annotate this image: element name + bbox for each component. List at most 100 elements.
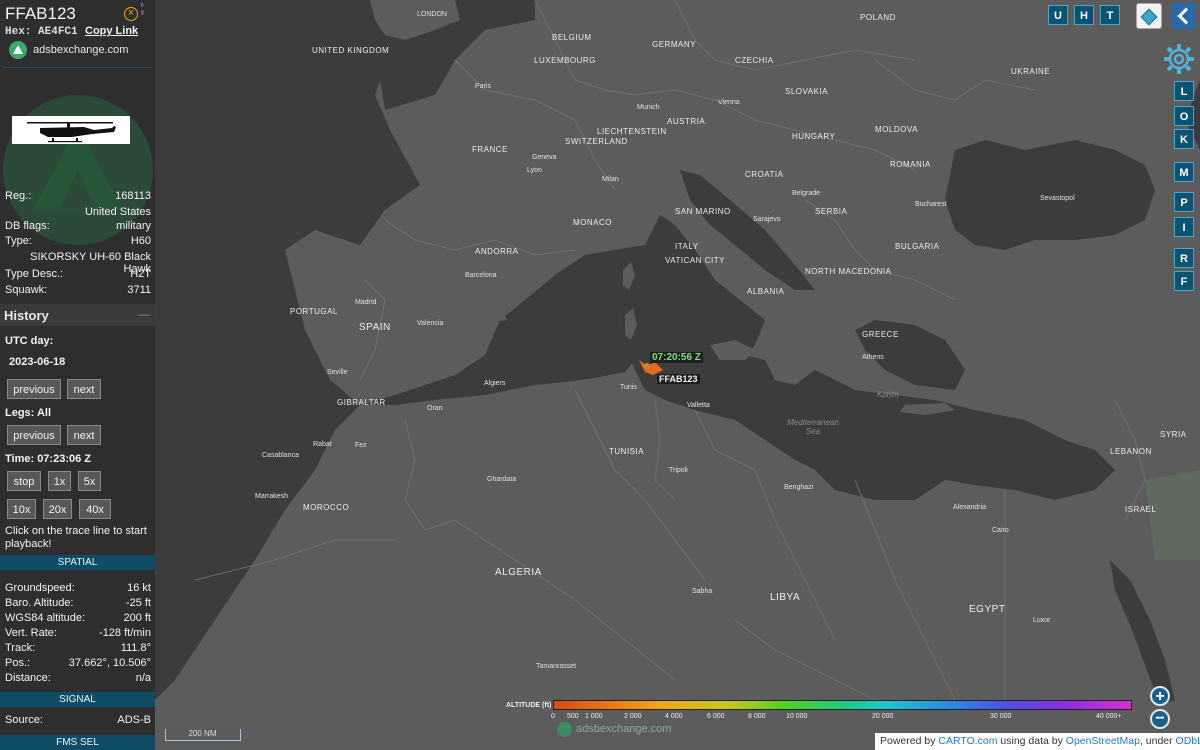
- country-label: LIECHTENSTEIN: [597, 127, 667, 136]
- carto-link[interactable]: CARTO.com: [938, 735, 997, 747]
- typedesc-value: H2T: [130, 268, 151, 280]
- map-view[interactable]: BELGIUM LUXEMBOURG GERMANY POLAND CZECHI…: [155, 0, 1200, 750]
- zoom-in-button[interactable]: +: [1150, 686, 1170, 706]
- spatial-row: Pos.: 37.662°, 10.506°: [0, 657, 155, 672]
- zoom-out-button[interactable]: −: [1150, 709, 1170, 729]
- track-label: Track:: [5, 642, 36, 654]
- reg-value: 168113: [115, 190, 151, 202]
- country-label: LUXEMBOURG: [534, 56, 596, 65]
- dbflags-row: DB flags: military: [0, 220, 155, 235]
- country-label: GREECE: [862, 330, 899, 339]
- distance-label: Distance:: [5, 672, 51, 684]
- speed-1x-button[interactable]: 1x: [48, 471, 71, 491]
- altitude-tick: 0: [551, 713, 555, 720]
- hex-label: Hex:: [5, 26, 32, 38]
- country-label: SYRIA: [1160, 430, 1187, 439]
- country-label: MONACO: [573, 218, 612, 227]
- day-previous-button[interactable]: previous: [7, 379, 61, 399]
- city-label: LONDON: [417, 11, 447, 18]
- country-label: UKRAINE: [1011, 67, 1051, 76]
- city-label: Sarajevo: [753, 216, 781, 223]
- altitude-tick: 4 000: [665, 713, 683, 720]
- spatial-header[interactable]: SPATIAL: [0, 555, 155, 570]
- position-value: 37.662°, 10.506°: [68, 657, 151, 669]
- signal-header[interactable]: SIGNAL: [0, 692, 155, 707]
- button-t[interactable]: T: [1100, 5, 1120, 25]
- country-label: SERBIA: [815, 207, 848, 216]
- country-label: SLOVAKIA: [785, 87, 828, 96]
- button-l[interactable]: L: [1174, 81, 1194, 101]
- button-o[interactable]: O: [1174, 106, 1194, 126]
- close-icon[interactable]: ×: [124, 7, 138, 21]
- hex-value: AE4FC1: [38, 26, 78, 38]
- button-m[interactable]: M: [1174, 162, 1194, 182]
- type-value: H60: [130, 235, 151, 247]
- city-label: Geneva: [532, 154, 557, 161]
- hex-line: Hex: AE4FC1: [5, 26, 78, 38]
- trace-callsign-label[interactable]: FFAB123: [657, 374, 700, 384]
- city-label: Ghardaïa: [487, 476, 517, 483]
- leg-next-button[interactable]: next: [67, 425, 101, 445]
- city-label: Milan: [602, 176, 619, 183]
- copy-link[interactable]: Copy Link: [85, 25, 138, 37]
- button-r[interactable]: R: [1174, 248, 1194, 268]
- osm-link[interactable]: OpenStreetMap: [1066, 735, 1140, 747]
- source-label: Source:: [5, 714, 43, 726]
- type-label: Type:: [5, 235, 32, 247]
- collapse-sidebar-icon[interactable]: [1172, 3, 1196, 29]
- city-label: Munich: [637, 104, 660, 111]
- country-label: ROMANIA: [890, 160, 931, 169]
- button-i[interactable]: I: [1174, 217, 1194, 237]
- country-label: GIBRALTAR: [337, 398, 386, 407]
- city-label: Belgrade: [792, 190, 821, 197]
- country-label: ALGERIA: [495, 567, 542, 578]
- city-label: Fez: [355, 442, 367, 449]
- sea-label: Κρήτη: [877, 390, 899, 399]
- typedesc-label: Type Desc.:: [5, 268, 64, 280]
- fms-sel-header[interactable]: FMS SEL: [0, 735, 155, 750]
- button-p[interactable]: P: [1174, 192, 1194, 212]
- vert-rate-label: Vert. Rate:: [5, 627, 57, 639]
- city-label: Sabha: [692, 588, 713, 595]
- leg-previous-button[interactable]: previous: [7, 425, 61, 445]
- button-h[interactable]: H: [1074, 5, 1094, 25]
- speed-20x-button[interactable]: 20x: [43, 499, 72, 519]
- gear-icon[interactable]: [1162, 42, 1196, 76]
- country-label: SAN MARINO: [675, 207, 731, 216]
- trace-time-label[interactable]: 07:20:56 Z: [650, 352, 703, 363]
- reg-label: Reg.:: [5, 190, 32, 202]
- typename-row: SIKORSKY UH-60 Black Hawk: [0, 251, 155, 275]
- typedesc-row: Type Desc.: H2T: [0, 268, 155, 283]
- odbl-link[interactable]: ODbL.: [1176, 735, 1200, 747]
- altitude-tick: 20 000: [872, 713, 894, 720]
- utc-day-value[interactable]: 2023-06-18: [9, 356, 65, 368]
- button-u[interactable]: U: [1048, 5, 1068, 25]
- button-f[interactable]: F: [1174, 271, 1194, 291]
- history-header[interactable]: History —: [0, 304, 155, 326]
- scale-label: 200 NM: [188, 729, 217, 738]
- map-attribution: Powered by CARTO.com using data by OpenS…: [875, 733, 1200, 750]
- groundspeed-value: 16 kt: [127, 582, 151, 594]
- altitude-tick: 1 000: [585, 713, 603, 720]
- spatial-row: Baro. Altitude: -25 ft: [0, 597, 155, 612]
- country-label: UNITED KINGDOM: [312, 46, 390, 55]
- layers-icon[interactable]: [1136, 3, 1162, 29]
- altitude-tick: 8 000: [748, 713, 766, 720]
- country-label: AUSTRIA: [667, 117, 706, 126]
- stop-button[interactable]: stop: [7, 471, 41, 491]
- button-k[interactable]: K: [1174, 129, 1194, 149]
- collapse-icon[interactable]: —: [138, 307, 150, 321]
- scale-bar: 200 NM: [165, 729, 241, 741]
- watermark-text: adsbexchange.com: [576, 723, 672, 735]
- country-row: United States: [0, 206, 155, 221]
- speed-10x-button[interactable]: 10x: [7, 499, 36, 519]
- speed-5x-button[interactable]: 5x: [78, 471, 101, 491]
- speed-40x-button[interactable]: 40x: [79, 499, 111, 519]
- day-next-button[interactable]: next: [67, 379, 101, 399]
- country-label: POLAND: [860, 13, 896, 22]
- wgs84-altitude-value: 200 ft: [123, 612, 151, 624]
- city-label: Tamanrasset: [536, 663, 577, 670]
- country-label: MOLDOVA: [875, 125, 918, 134]
- city-label: Tripoli: [669, 467, 688, 474]
- country-label: LEBANON: [1110, 447, 1152, 456]
